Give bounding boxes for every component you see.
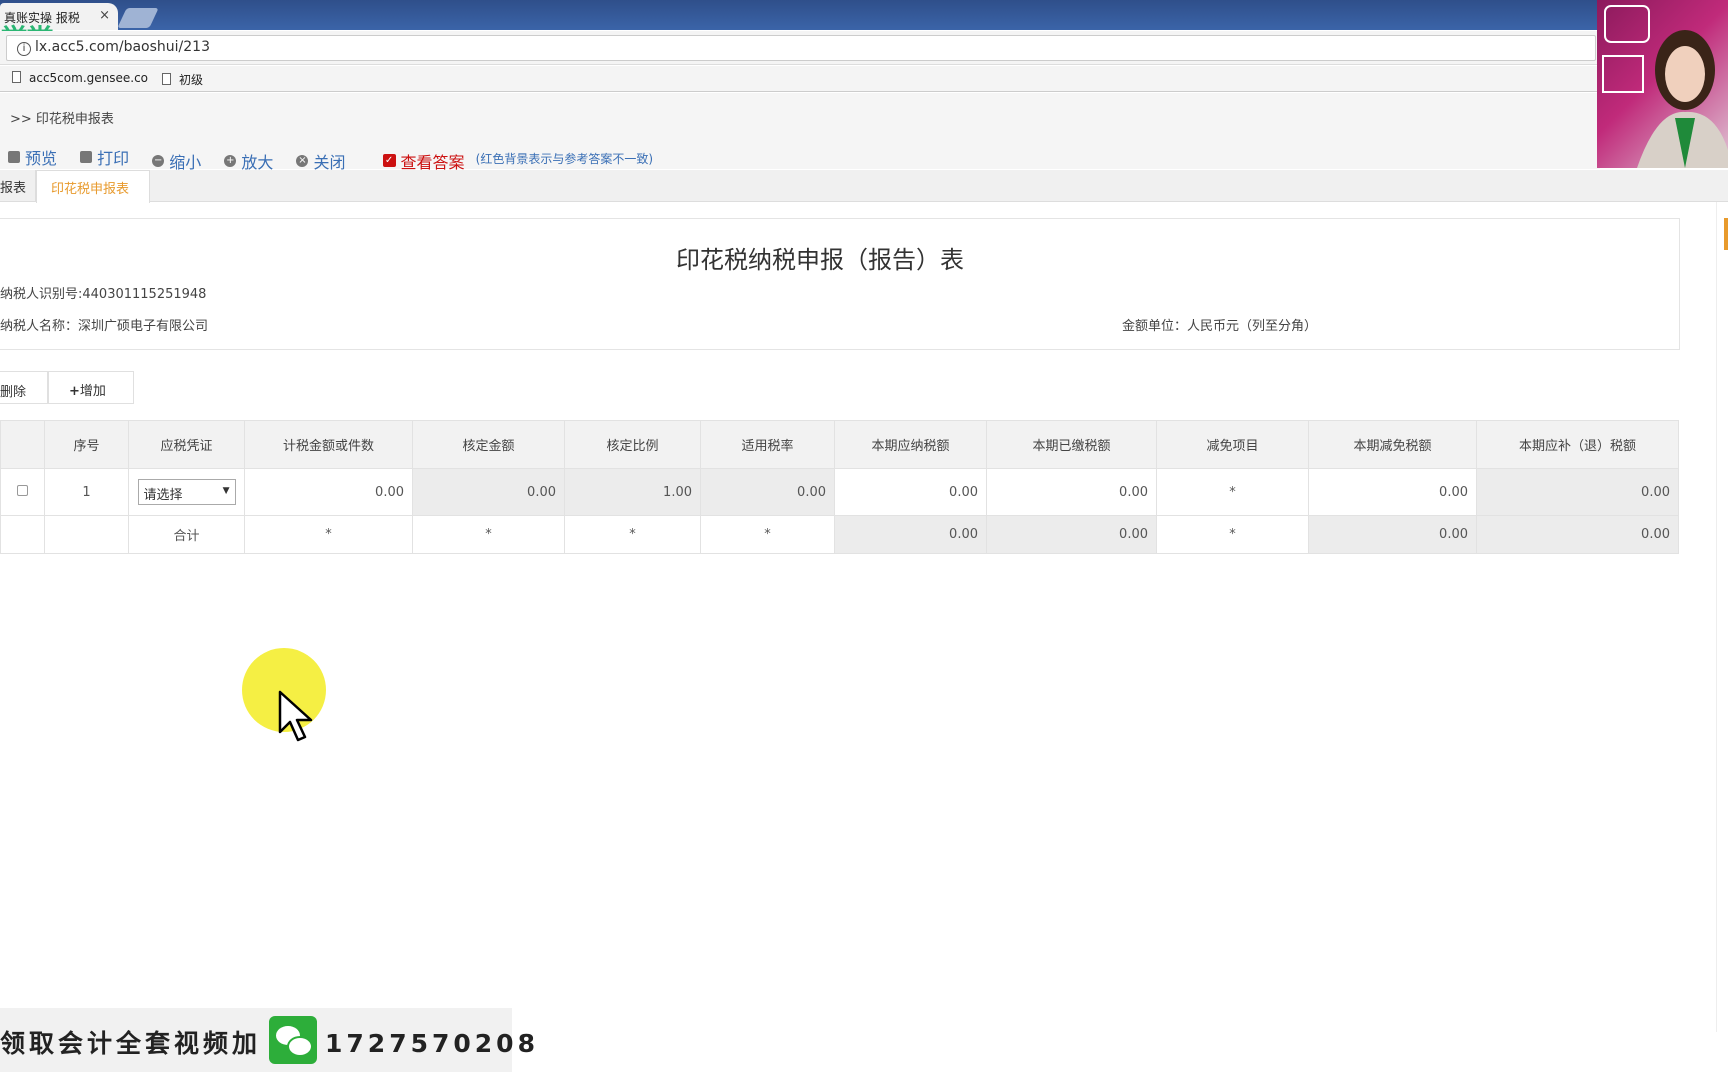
total-relief-amount: 0.00 (1308, 515, 1477, 554)
promo-phone: 1727570208 (325, 1029, 539, 1058)
column-header: 计税金额或件数 (244, 420, 413, 469)
column-header: 本期应补（退）税额 (1476, 420, 1679, 469)
tab-report[interactable]: 报表 (0, 170, 36, 202)
total-label: 合计 (128, 515, 245, 554)
answer-note: (红色背景表示与参考答案不一致) (475, 152, 654, 166)
page-icon (162, 73, 171, 85)
amount-unit: 金额单位：人民币元（列至分角） (1122, 319, 1318, 334)
show-answer-label: 查看答案 (400, 152, 465, 172)
bookmarks-bar: acc5com.gensee.co 初级 (0, 66, 1600, 92)
wechat-icon (269, 1016, 318, 1064)
close-circle-icon: × (296, 155, 309, 167)
total-supplement: 0.00 (1476, 515, 1679, 554)
checkbox-checked-icon: ✓ (382, 154, 396, 167)
rate-cell: 0.00 (700, 468, 835, 516)
total-rate: * (700, 515, 835, 554)
print-button[interactable]: 打印 (80, 145, 129, 169)
breadcrumb: >> 印花税申报表 (10, 112, 114, 127)
bookmark-beginner[interactable]: 初级 (162, 71, 203, 88)
empty-cell (44, 515, 129, 554)
mouse-pointer-icon (278, 690, 313, 742)
minus-circle-icon: − (152, 155, 165, 167)
column-header: 本期应纳税额 (834, 420, 987, 469)
stamp-tax-table: 序号 应税凭证 计税金额或件数 核定金额 核定比例 适用税率 本期应纳税额 本期… (0, 420, 1679, 554)
printer-icon (8, 151, 20, 163)
total-tax-amount: * (244, 515, 413, 554)
tab-close-icon[interactable]: × (99, 8, 110, 23)
url-text: lx.acc5.com/baoshui/213 (35, 39, 210, 55)
supplement-cell: 0.00 (1476, 468, 1679, 516)
page-icon (12, 71, 21, 83)
scroll-indicator (1724, 218, 1728, 250)
paid-input[interactable]: 0.00 (986, 468, 1157, 516)
verified-ratio-cell: 1.00 (564, 468, 701, 516)
table-header-row: 序号 应税凭证 计税金额或件数 核定金额 核定比例 适用税率 本期应纳税额 本期… (0, 420, 1679, 469)
column-header (0, 420, 45, 469)
row-select-checkbox-cell (0, 468, 45, 516)
form-title: 印花税纳税申报（报告）表 (676, 246, 964, 274)
preview-button[interactable]: 预览 (8, 145, 57, 169)
voucher-select-value: 请选择 (143, 488, 183, 503)
new-tab-button[interactable] (117, 8, 159, 28)
info-icon[interactable]: i (17, 42, 31, 56)
add-label: 增加 (79, 384, 106, 399)
bookmark-gensee[interactable]: acc5com.gensee.co (12, 71, 148, 85)
plus-circle-icon: + (224, 155, 237, 167)
column-header: 核定金额 (412, 420, 565, 469)
column-header: 减免项目 (1156, 420, 1309, 469)
promo-text: 领取会计全套视频加 (0, 1029, 262, 1058)
tab-stamp-tax-form[interactable]: 印花税申报表 (36, 170, 150, 203)
voucher-select[interactable]: 请选择 ▼ (137, 479, 236, 505)
taxpayer-id: 纳税人识别号:440301115251948 (0, 287, 207, 302)
total-payable: 0.00 (834, 515, 987, 554)
relief-amount-input[interactable]: 0.00 (1308, 468, 1477, 516)
bookmark-label: 初级 (179, 73, 204, 87)
add-row-button[interactable]: +增加 (48, 371, 134, 404)
plus-icon: + (69, 384, 80, 399)
vertical-scrollbar[interactable] (1716, 202, 1728, 1032)
preview-label: 预览 (25, 149, 58, 168)
relief-item-cell: * (1156, 468, 1309, 516)
url-input[interactable]: i lx.acc5.com/baoshui/213 (6, 35, 1596, 61)
bookmark-label: acc5com.gensee.co (29, 71, 149, 85)
total-verified-amount: * (412, 515, 565, 554)
index-cell: 1 (44, 468, 129, 516)
verified-amount-cell: 0.00 (412, 468, 565, 516)
total-verified-ratio: * (564, 515, 701, 554)
dropdown-arrow-icon: ▼ (222, 486, 230, 496)
report-tabs: 报表 印花税申报表 (0, 170, 1728, 203)
column-header: 本期已缴税额 (986, 420, 1157, 469)
taxpayer-name: 纳税人名称：深圳广硕电子有限公司 (0, 319, 209, 334)
table-total-row: 合计 * * * * 0.00 0.00 * 0.00 0.00 (0, 515, 1679, 554)
report-toolbar: 预览 打印 − 缩小 + 放大 × 关闭 ✓ 查看答案 (红色背景表示与参考答案不一致) (8, 145, 653, 173)
browser-title-bar: 真账实操 报税 × (0, 0, 1728, 30)
tax-amount-input[interactable]: 0.00 (244, 468, 413, 516)
delete-row-button[interactable]: 删除 (0, 371, 48, 404)
show-answer-checkbox[interactable]: ✓ 查看答案 (382, 149, 465, 173)
total-paid: 0.00 (986, 515, 1157, 554)
delete-label: 删除 (0, 385, 27, 400)
empty-cell (0, 515, 45, 554)
address-bar: i lx.acc5.com/baoshui/213 (0, 31, 1600, 65)
voucher-cell: 请选择 ▼ (128, 468, 245, 516)
column-header: 序号 (44, 420, 129, 469)
table-row: 1 请选择 ▼ 0.00 0.00 1.00 0.00 0.00 0.00 * 0… (0, 468, 1679, 516)
total-relief-item: * (1156, 515, 1309, 554)
row-checkbox[interactable] (17, 484, 28, 496)
presenter-image (1602, 5, 1728, 168)
webcam-overlay (1597, 0, 1728, 168)
column-header: 应税凭证 (128, 420, 245, 469)
column-header: 核定比例 (564, 420, 701, 469)
payable-cell: 0.00 (834, 468, 987, 516)
print-label: 打印 (97, 149, 130, 168)
column-header: 适用税率 (700, 420, 835, 469)
column-header: 本期减免税额 (1308, 420, 1477, 469)
printer-icon (80, 151, 93, 163)
form-header-panel (0, 218, 1680, 350)
promo-banner: 领取会计全套视频加 1727570208 (0, 1008, 535, 1072)
